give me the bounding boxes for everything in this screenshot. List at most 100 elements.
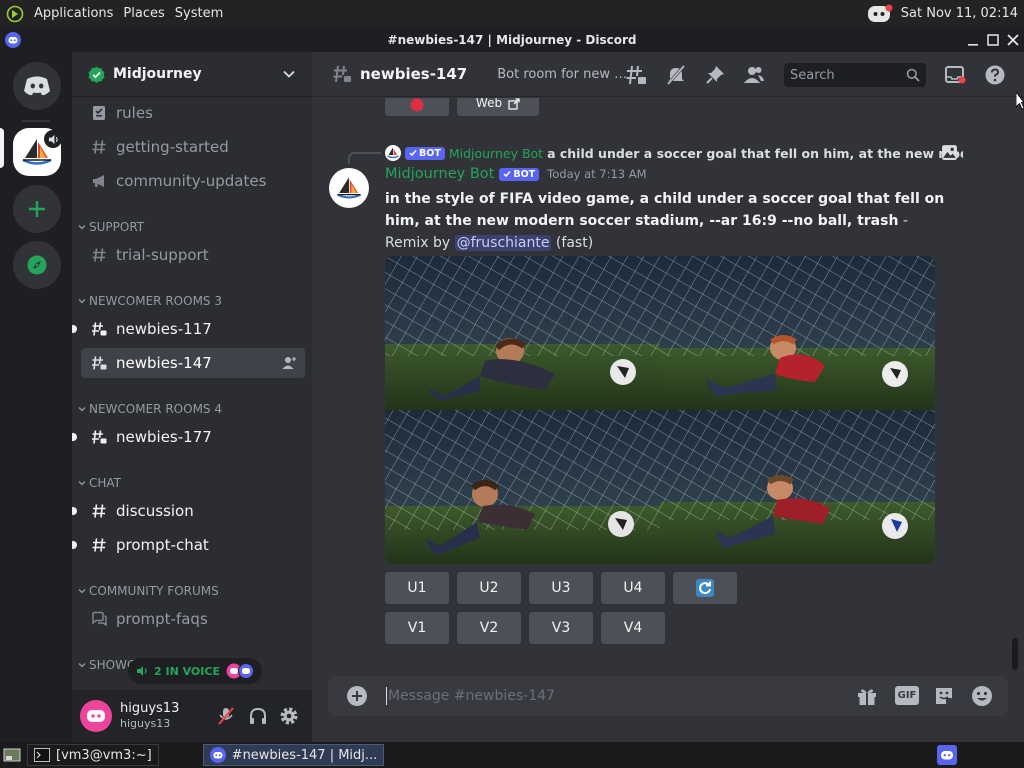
upscale-4-button[interactable]: U4 [601,572,665,604]
previous-red-button[interactable] [385,98,449,116]
mute-notifications-icon[interactable] [665,64,687,86]
message-timestamp[interactable]: Today at 7:13 AM [547,167,646,181]
gift-icon[interactable] [856,685,878,707]
midjourney-boat-icon [335,175,363,201]
search-input[interactable]: Search [784,63,926,87]
variation-3-button[interactable]: V3 [529,612,593,644]
avatar[interactable] [80,700,112,732]
user-mention[interactable]: @fruschiante [454,235,552,251]
channel-prompt-faqs[interactable]: prompt-faqs [81,604,305,634]
channel-newbies-177[interactable]: newbies-177 [72,422,305,452]
os-taskbar: [vm3@vm3:~] #newbies-147 | Midj... [0,742,1024,768]
voice-activity-pill[interactable]: 2 IN VOICE [128,658,262,684]
emoji-icon[interactable] [971,685,993,707]
upscale-3-button[interactable]: U3 [529,572,593,604]
channel-rules[interactable]: rules [81,98,305,128]
active-server-pill [0,128,4,168]
variation-4-button[interactable]: V4 [601,612,665,644]
speaker-icon [136,665,148,677]
mode-text: (fast) [551,235,594,251]
username: higuys13 [120,701,180,716]
image-tile-3[interactable] [385,410,660,564]
gif-button[interactable]: GIF [895,686,919,705]
channel-getting-started[interactable]: getting-started [81,132,305,162]
previous-web-button[interactable]: Web [457,98,539,116]
reroll-button[interactable] [673,572,737,604]
inbox-icon[interactable] [944,64,966,86]
clock[interactable]: Sat Nov 11, 02:14 [901,6,1018,21]
close-icon[interactable] [1006,33,1020,47]
channel-prompt-chat[interactable]: prompt-chat [72,530,305,560]
threads-icon[interactable] [625,64,647,86]
channel-trial-support[interactable]: trial-support [81,240,305,270]
task-discord[interactable]: #newbies-147 | Midj... [202,744,385,766]
maximize-icon[interactable] [986,33,1000,47]
refresh-icon [695,578,715,598]
category-chat[interactable]: CHAT [78,476,121,490]
reply-bot-tag: BOT [419,147,441,159]
search-placeholder: Search [790,67,835,83]
category-newcomer-rooms-3[interactable]: NEWCOMER ROOMS 3 [78,294,222,308]
task-terminal[interactable]: [vm3@vm3:~] [27,744,159,766]
channel-label: prompt-faqs [116,610,208,628]
discord-tray-icon[interactable] [867,4,893,24]
channel-discussion[interactable]: discussion [72,496,305,526]
user-info[interactable]: higuys13 higuys13 [120,701,179,731]
message-input[interactable]: Message #newbies-147 [388,688,555,704]
image-tile-4[interactable] [660,410,935,564]
message-header: Midjourney Bot BOT Today at 7:13 AM [385,166,647,182]
channel-community-updates[interactable]: community-updates [81,166,305,196]
red-circle-icon [410,98,424,112]
unread-indicator [72,507,77,515]
channel-newbies-117[interactable]: newbies-117 [72,314,305,344]
help-icon[interactable] [984,64,1006,86]
category-support[interactable]: SUPPORT [78,220,144,234]
reply-text: a child under a soccer goal that fell on… [547,145,963,161]
image-tile-1[interactable] [385,256,660,410]
channel-topic[interactable]: Bot room for new us... [497,67,629,82]
category-label: CHAT [89,476,122,490]
upscale-2-button[interactable]: U2 [457,572,521,604]
category-showcase[interactable]: SHOWC [78,658,135,672]
chevron-down-icon[interactable] [282,67,296,81]
discord-tray-icon[interactable] [937,745,957,765]
category-community-forums[interactable]: COMMUNITY FORUMS [78,584,219,598]
microphone-muted-icon[interactable] [217,706,235,726]
unread-indicator [72,325,77,333]
direct-messages-button[interactable] [13,62,61,110]
message-avatar[interactable] [329,168,369,208]
add-server-button[interactable] [13,185,61,233]
applications-menu[interactable]: Applications [34,6,113,21]
channel-label: getting-started [116,138,229,156]
image-attachment-icon [941,144,958,161]
invite-member-icon[interactable] [282,356,297,370]
member-list-icon[interactable] [743,64,765,86]
channel-newbies-147[interactable]: newbies-147 [81,348,305,378]
upscale-1-button[interactable]: U1 [385,572,449,604]
variation-1-button[interactable]: V1 [385,612,449,644]
places-menu[interactable]: Places [123,6,164,21]
chat-scrollbar[interactable] [1012,638,1018,670]
hash-icon [90,537,108,553]
category-newcomer-rooms-4[interactable]: NEWCOMER ROOMS 4 [78,402,222,416]
image-tile-2[interactable] [660,256,935,410]
generated-image-grid[interactable] [385,256,935,564]
minimize-icon[interactable] [966,33,980,47]
reply-author[interactable]: Midjourney Bot [449,146,543,161]
pin-icon[interactable] [704,64,726,86]
show-desktop-icon[interactable] [3,747,21,763]
previous-web-label: Web [475,98,503,110]
headphones-icon[interactable] [248,706,268,726]
reply-preview[interactable]: BOT Midjourney Bot a child under a socce… [385,143,963,163]
os-logo-icon[interactable] [6,5,24,23]
variation-2-button[interactable]: V2 [457,612,521,644]
sticker-icon[interactable] [933,685,955,707]
settings-gear-icon[interactable] [279,706,299,726]
message-author[interactable]: Midjourney Bot [385,166,494,182]
discord-app-icon [209,747,226,763]
explore-button[interactable] [13,241,61,289]
system-menu[interactable]: System [175,6,223,21]
add-attachment-icon[interactable] [346,685,368,707]
server-header[interactable]: Midjourney [72,52,312,97]
unread-indicator [72,433,77,441]
